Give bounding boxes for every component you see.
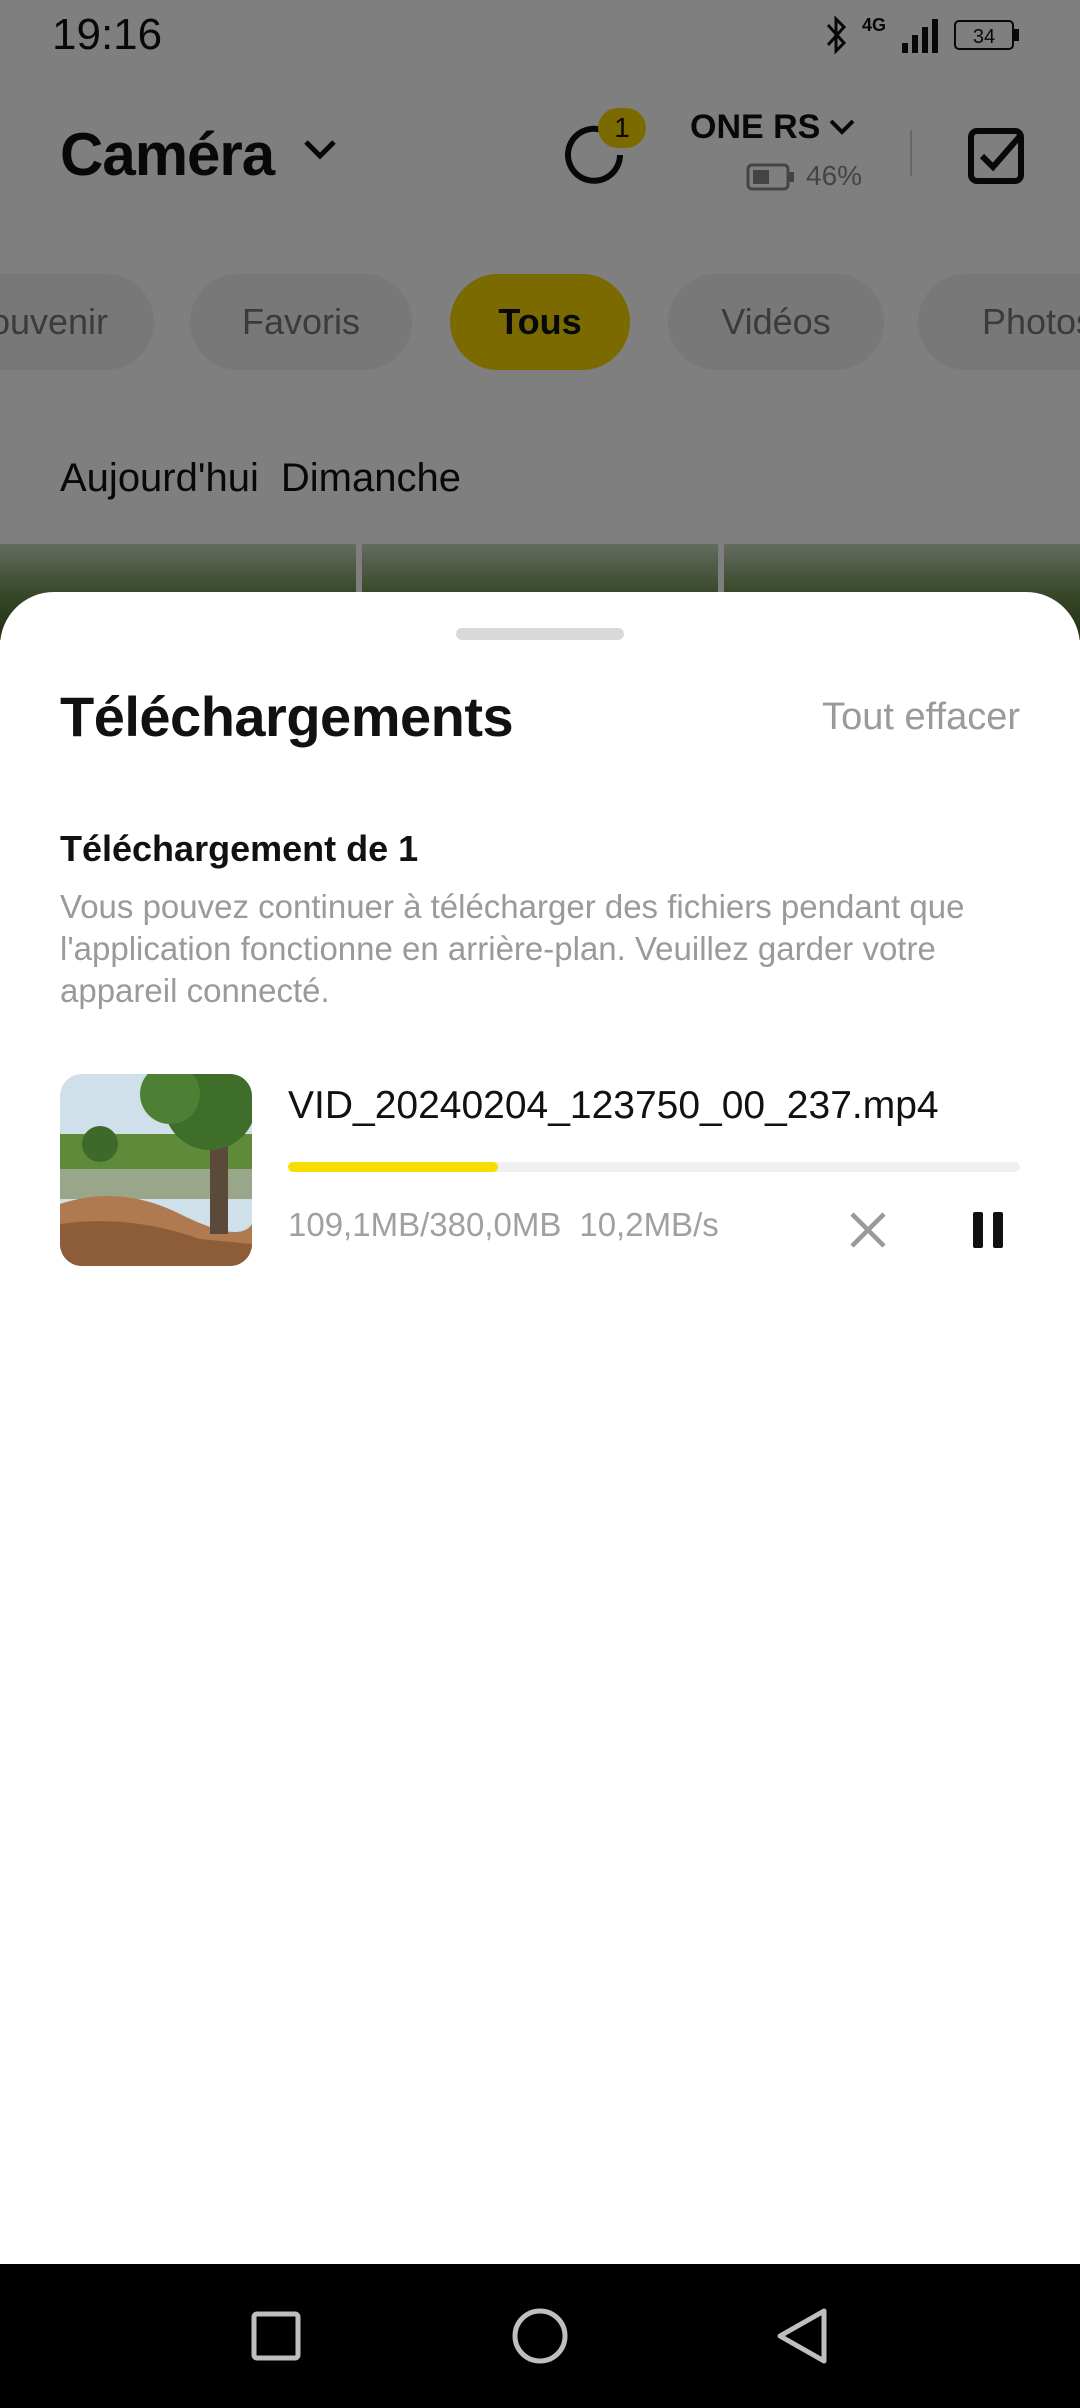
download-stats: 109,1MB/380,0MB 10,2MB/s (288, 1206, 719, 1244)
download-progress-bar (288, 1162, 1020, 1172)
clear-all-button[interactable]: Tout effacer (822, 696, 1020, 739)
background-app: 19:16 4G 34 Caméra (0, 0, 1080, 640)
download-thumbnail (60, 1074, 252, 1266)
recents-icon (251, 2311, 301, 2361)
cancel-download-button[interactable] (842, 1204, 894, 1256)
pause-download-button[interactable] (962, 1204, 1014, 1256)
close-icon (850, 1212, 886, 1248)
section-description: Vous pouvez continuer à télécharger des … (60, 888, 965, 1009)
download-item: VID_20240204_123750_00_237.mp4 109,1MB/3… (60, 1074, 1020, 1268)
recents-button[interactable] (244, 2304, 308, 2368)
download-progress-fill (288, 1162, 499, 1172)
download-size: 109,1MB/380,0MB (288, 1206, 562, 1243)
download-file-name: VID_20240204_123750_00_237.mp4 (288, 1084, 939, 1127)
back-button[interactable] (770, 2304, 834, 2368)
landscape-image-icon (60, 1074, 252, 1266)
home-button[interactable] (508, 2304, 572, 2368)
sheet-title: Téléchargements (60, 685, 514, 748)
scrim-overlay[interactable] (0, 0, 1080, 640)
download-speed: 10,2MB/s (579, 1206, 719, 1243)
section-title: Téléchargement de 1 (60, 828, 419, 869)
back-icon (777, 2308, 827, 2364)
home-icon (512, 2308, 568, 2364)
drag-handle[interactable] (456, 628, 624, 640)
navigation-bar (0, 2264, 1080, 2408)
downloads-sheet: Téléchargements Tout effacer Téléchargem… (0, 592, 1080, 2264)
pause-icon (973, 1212, 1003, 1248)
